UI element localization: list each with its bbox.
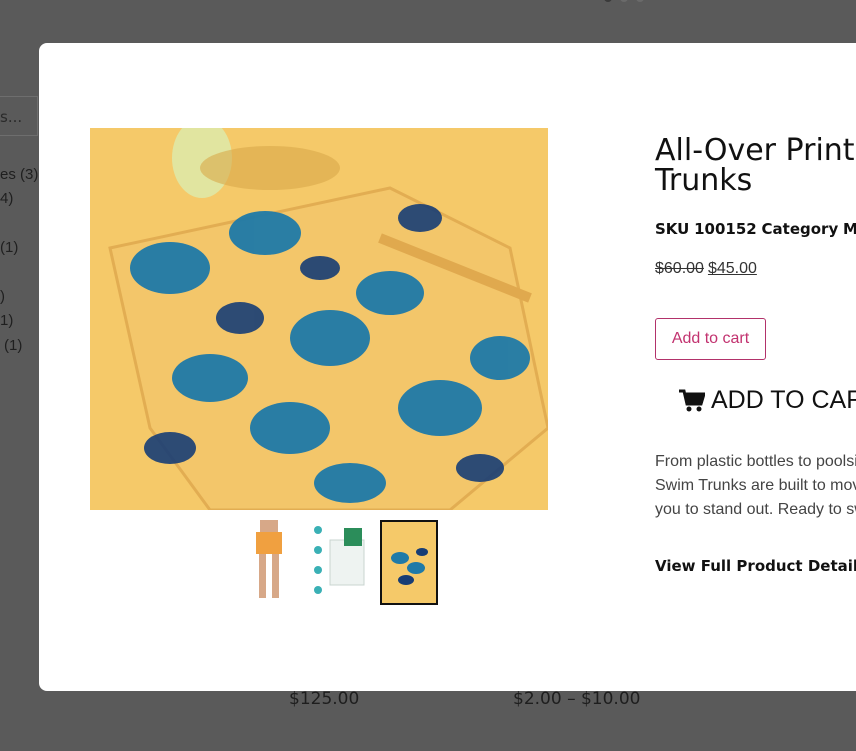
view-full-details-link[interactable]: View Full Product Details — [655, 557, 856, 575]
product-description: From plastic bottles to poolsi Swim Trun… — [655, 450, 856, 522]
add-to-cart-large-label: ADD TO CAR — [711, 386, 856, 414]
product-meta: SKU 100152 Category Men's — [655, 220, 856, 238]
category-count[interactable]: (1) — [4, 337, 22, 354]
description-line: Swim Trunks are built to mov — [655, 477, 856, 494]
thumbnail-flatlay[interactable] — [380, 520, 438, 605]
product-price: $60.00 $45.00 — [655, 260, 856, 278]
sku-value: 100152 — [694, 220, 757, 238]
category-label: Category — [761, 220, 839, 238]
product-main-image[interactable] — [90, 128, 548, 510]
description-line: you to stand out. Ready to sw — [655, 501, 856, 518]
add-to-cart-large-button[interactable]: ADD TO CAR — [679, 386, 856, 415]
sku-label: SKU — [655, 220, 690, 238]
add-to-cart-button[interactable]: Add to cart — [655, 318, 766, 360]
thumbnail-strip — [240, 520, 438, 605]
search-input[interactable]: s... — [0, 96, 38, 136]
product-title: All-Over Print Trunks — [655, 136, 856, 196]
thumbnail-model[interactable] — [240, 520, 298, 605]
original-price: $60.00 — [655, 260, 704, 277]
quick-view-modal: All-Over Print Trunks SKU 100152 Categor… — [39, 43, 856, 691]
cart-icon — [679, 389, 705, 411]
product-price: $2.00 – $10.00 — [513, 689, 641, 709]
product-price: $125.00 — [289, 689, 360, 709]
category-link[interactable]: Men's — [843, 220, 856, 238]
category-count[interactable]: ) — [0, 288, 5, 305]
carousel-dots — [604, 0, 644, 2]
thumbnail-detail[interactable] — [310, 520, 368, 605]
product-info: All-Over Print Trunks SKU 100152 Categor… — [655, 136, 856, 575]
sale-price: $45.00 — [707, 260, 757, 277]
product-title-line2: Trunks — [655, 163, 753, 198]
category-count[interactable]: es (3) — [0, 166, 38, 183]
category-count[interactable]: 1) — [0, 312, 13, 329]
category-count[interactable]: 4) — [0, 190, 13, 207]
description-line: From plastic bottles to poolsi — [655, 453, 856, 470]
category-count[interactable]: (1) — [0, 239, 18, 256]
